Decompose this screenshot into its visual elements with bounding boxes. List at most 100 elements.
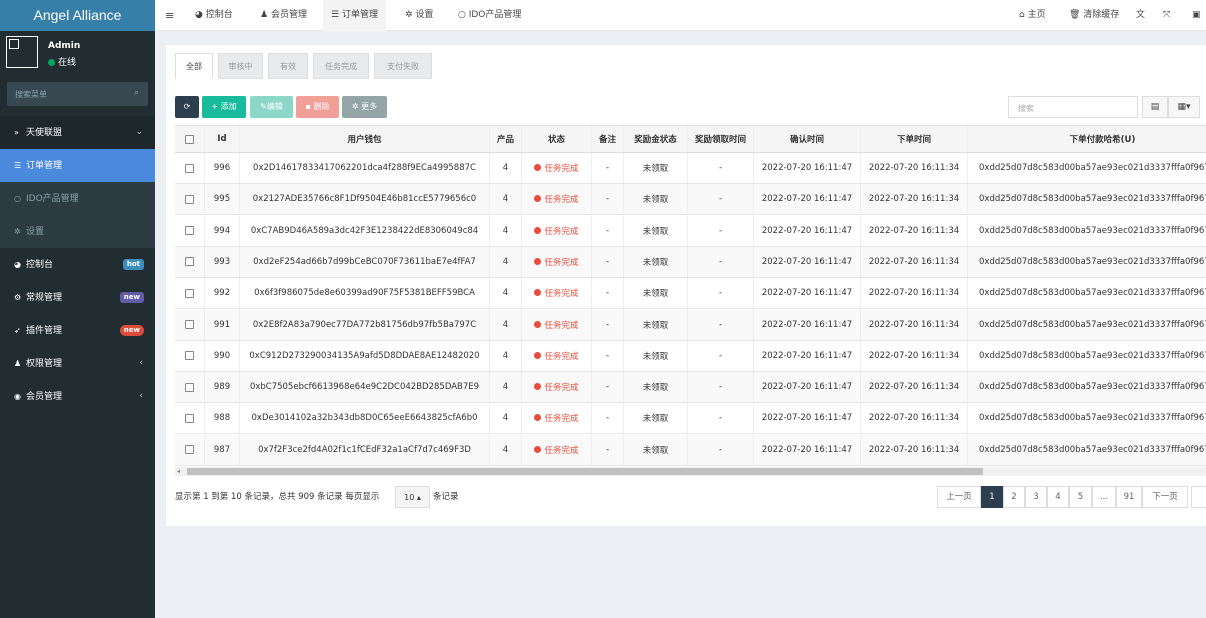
- col-confirm-time[interactable]: 确认时间: [754, 126, 861, 152]
- col-wallet[interactable]: 用户钱包: [240, 126, 490, 152]
- tab-dashboard[interactable]: ◕ 控制台: [195, 0, 233, 31]
- col-note[interactable]: 备注: [592, 126, 624, 152]
- sidebar-item-general[interactable]: ⚙ 常规管理 new: [0, 281, 155, 314]
- checkbox[interactable]: [185, 226, 194, 236]
- tab-ido-products[interactable]: ○ IDO产品管理: [458, 0, 521, 31]
- sidebar-item-settings[interactable]: ✲ 设置: [0, 215, 155, 248]
- columns-icon: ▦▾: [1177, 102, 1191, 112]
- checkbox[interactable]: [185, 257, 194, 267]
- col-payment-hash[interactable]: 下单付款哈希(U): [968, 126, 1206, 152]
- col-id[interactable]: Id: [205, 126, 240, 152]
- tab-settings[interactable]: ✲ 设置: [405, 0, 433, 31]
- cell-note: -: [592, 246, 624, 277]
- table-row[interactable]: 992 0x6f3f986075de8e60399ad90F75F5381BEFF…: [175, 278, 1206, 310]
- status-badge: 任务完成: [534, 319, 579, 331]
- sidebar-item-members[interactable]: ◉ 会员管理 ‹: [0, 380, 155, 413]
- checkbox[interactable]: [185, 288, 194, 298]
- menu-toggle-icon[interactable]: ≡: [165, 0, 174, 31]
- page-2[interactable]: 2: [1003, 486, 1025, 508]
- row-checkbox[interactable]: [175, 340, 205, 371]
- checkbox[interactable]: [185, 194, 194, 204]
- page-4[interactable]: 4: [1047, 486, 1069, 508]
- edit-button[interactable]: ✎编辑: [250, 96, 293, 118]
- page-size-select[interactable]: 10 ▴: [395, 486, 430, 508]
- col-reward-status[interactable]: 奖励金状态: [624, 126, 688, 152]
- col-status[interactable]: 状态: [522, 126, 592, 152]
- sidebar-search-placeholder: 搜索菜单: [15, 90, 47, 99]
- refresh-button[interactable]: ⟳: [175, 96, 199, 118]
- table-row[interactable]: 994 0xC7AB9D46A589a3dc42F3E1238422dE83060…: [175, 215, 1206, 247]
- checkbox[interactable]: [185, 163, 194, 173]
- row-checkbox[interactable]: [175, 434, 205, 465]
- tab-payment-failed[interactable]: 支付失败: [374, 53, 432, 79]
- col-product[interactable]: 产品: [490, 126, 522, 152]
- row-checkbox[interactable]: [175, 309, 205, 340]
- table-row[interactable]: 989 0xbC7505ebcf6613968e64e9C2DC042BD285D…: [175, 372, 1206, 404]
- col-order-time[interactable]: 下单时间: [861, 126, 968, 152]
- row-checkbox[interactable]: [175, 278, 205, 309]
- checkbox[interactable]: [185, 320, 194, 329]
- page-5[interactable]: 5: [1069, 486, 1092, 508]
- add-button[interactable]: + 添加: [202, 96, 246, 118]
- row-checkbox[interactable]: [175, 184, 205, 215]
- sidebar-item-plugins[interactable]: ➶ 插件管理 new: [0, 314, 155, 347]
- table-row[interactable]: 991 0x2E8f2A83a790ec77DA772b81756db97fb5B…: [175, 309, 1206, 341]
- clear-cache-button[interactable]: 🗑︎ 清除缓存: [1069, 0, 1119, 31]
- page-jump-input[interactable]: [1191, 486, 1206, 508]
- table-row[interactable]: 993 0xd2eF254ad66b7d99bCeBC070F73611baE7e…: [175, 246, 1206, 278]
- sidebar-item-permissions[interactable]: ♟ 权限管理 ‹: [0, 347, 155, 380]
- table-row[interactable]: 987 0x7f2F3ce2fd4A02f1c1fCEdF32a1aCf7d7c4…: [175, 434, 1206, 466]
- search-icon[interactable]: ⌕: [134, 88, 139, 98]
- toggle-view-button[interactable]: ▤: [1142, 96, 1168, 118]
- sidebar-item-ido-products[interactable]: ○ IDO产品管理: [0, 182, 155, 215]
- row-checkbox[interactable]: [175, 246, 205, 277]
- col-reward-time[interactable]: 奖励领取时间: [688, 126, 754, 152]
- avatar-icon[interactable]: ▣: [1192, 0, 1201, 31]
- row-checkbox[interactable]: [175, 403, 205, 434]
- row-checkbox[interactable]: [175, 372, 205, 403]
- scrollbar-thumb[interactable]: [187, 468, 983, 475]
- status-label: 任务完成: [544, 257, 579, 268]
- tab-valid[interactable]: 有效: [268, 53, 308, 79]
- home-link[interactable]: ⌂ 主页: [1019, 0, 1046, 31]
- brand-logo[interactable]: Angel Alliance: [0, 0, 155, 31]
- tab-task-complete[interactable]: 任务完成: [313, 53, 369, 79]
- columns-button[interactable]: ▦▾: [1168, 96, 1200, 118]
- sidebar-search-input[interactable]: 搜索菜单 ⌕: [7, 82, 148, 106]
- pencil-icon: ✎: [260, 102, 267, 111]
- page-91[interactable]: 91: [1116, 486, 1142, 508]
- sidebar-item-dashboard[interactable]: ◕ 控制台 hot: [0, 248, 155, 281]
- table-search-input[interactable]: 搜索: [1008, 96, 1138, 118]
- checkbox[interactable]: [185, 351, 194, 361]
- row-checkbox[interactable]: [175, 215, 205, 246]
- table-row[interactable]: 988 0xDe3014102a32b343db8D0C65eeE6643825c…: [175, 403, 1206, 435]
- row-checkbox[interactable]: [175, 153, 205, 183]
- sidebar-item-orders[interactable]: ☰ 订单管理: [0, 149, 155, 182]
- page-3[interactable]: 3: [1025, 486, 1047, 508]
- tab-members[interactable]: ♟ 会员管理: [260, 0, 307, 31]
- tab-reviewing[interactable]: 审核中: [218, 53, 263, 79]
- checkbox[interactable]: [185, 445, 194, 455]
- more-button[interactable]: ✲ 更多: [342, 96, 387, 118]
- scroll-left-icon[interactable]: ◂: [177, 467, 180, 476]
- table-row[interactable]: 996 0x2D14617833417062201dca4f288f9ECa499…: [175, 153, 1206, 184]
- checkbox[interactable]: [185, 382, 194, 392]
- page-next[interactable]: 下一页: [1142, 486, 1188, 508]
- select-all-checkbox[interactable]: [175, 126, 205, 152]
- sidebar-item-angel-alliance[interactable]: » 天使联盟 ⌄: [0, 116, 155, 149]
- table-row[interactable]: 990 0xC912D273290034135A9afd5D8DDAE8AE124…: [175, 340, 1206, 372]
- table-row[interactable]: 995 0x2127ADE35766c8F1Df9504E46b81ccE5779…: [175, 184, 1206, 216]
- tab-orders[interactable]: ☰ 订单管理: [323, 0, 386, 31]
- page-1[interactable]: 1: [981, 486, 1003, 508]
- page-prev[interactable]: 上一页: [937, 486, 981, 508]
- delete-button[interactable]: ▪ 删除: [296, 96, 339, 118]
- language-icon[interactable]: 文: [1136, 0, 1145, 31]
- checkbox[interactable]: [185, 413, 194, 423]
- horizontal-scrollbar[interactable]: ◂: [175, 467, 1206, 476]
- cell-reward-status: 未领取: [624, 278, 688, 309]
- cell-confirm-time: 2022-07-20 16:11:47: [754, 184, 861, 215]
- fullscreen-icon[interactable]: ⤧: [1163, 0, 1170, 31]
- checkbox[interactable]: [185, 134, 194, 144]
- cell-id: 988: [205, 403, 240, 434]
- tab-all[interactable]: 全部: [175, 53, 213, 79]
